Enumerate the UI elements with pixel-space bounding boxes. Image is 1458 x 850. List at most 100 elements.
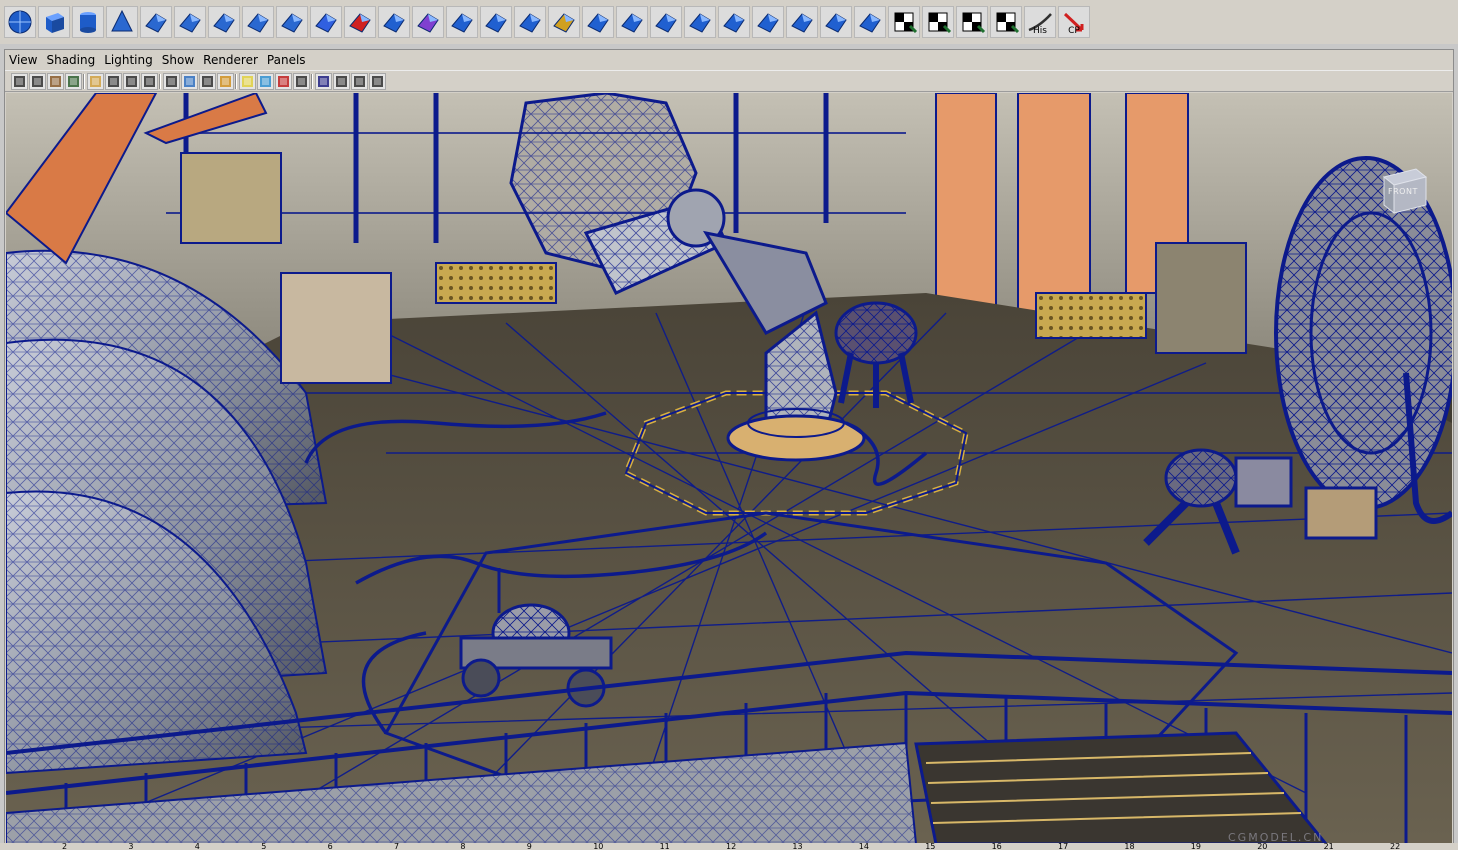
wireframe-on-shaded-icon xyxy=(202,76,213,87)
toolbar-separator xyxy=(83,74,85,89)
poly-plane-icon xyxy=(145,13,167,33)
shadows-icon xyxy=(260,76,271,87)
model-panel: View Shading Lighting Show Renderer Pane… xyxy=(4,49,1454,846)
grid-icon xyxy=(90,76,101,87)
menu-show[interactable]: Show xyxy=(158,50,199,70)
ruler-tick-label: 18 xyxy=(1124,843,1135,850)
select-camera-button[interactable] xyxy=(11,73,28,90)
poke-face-icon xyxy=(791,13,813,33)
toolbar-separator xyxy=(311,74,313,89)
ruler-tick-label: 2 xyxy=(62,843,68,850)
checker-move-button[interactable] xyxy=(888,6,920,38)
menu-panels[interactable]: Panels xyxy=(263,50,311,70)
resolution-gate-button[interactable] xyxy=(123,73,140,90)
film-gate-icon xyxy=(108,76,119,87)
smooth-proxy-icon xyxy=(417,13,439,33)
camera-attributes-button[interactable] xyxy=(29,73,46,90)
uv-editor-button[interactable] xyxy=(854,6,886,38)
view-cube[interactable]: FRONT xyxy=(1378,163,1430,215)
3d-viewport[interactable]: FRONT CGMODEL.CN xyxy=(6,93,1452,844)
poke-face-button[interactable] xyxy=(786,6,818,38)
menu-view[interactable]: View xyxy=(5,50,42,70)
poly-pipe-button[interactable] xyxy=(242,6,274,38)
menu-lighting[interactable]: Lighting xyxy=(100,50,158,70)
split-polygon-button[interactable] xyxy=(480,6,512,38)
center-pivot-label: CP xyxy=(1068,26,1080,36)
fast-interaction-button[interactable] xyxy=(351,73,368,90)
insert-edge-loop-icon xyxy=(519,13,541,33)
separate-icon xyxy=(349,13,371,33)
checker-rotate-button[interactable] xyxy=(922,6,954,38)
extrude-face-button[interactable] xyxy=(548,6,580,38)
xray-button[interactable] xyxy=(275,73,292,90)
film-gate-button[interactable] xyxy=(105,73,122,90)
offset-loop-button[interactable] xyxy=(718,6,750,38)
panel-menu-bar: View Shading Lighting Show Renderer Pane… xyxy=(5,50,1453,70)
shelf-toolbar: His CP xyxy=(0,0,1458,45)
extract-icon xyxy=(383,13,405,33)
textured-button[interactable] xyxy=(217,73,234,90)
tools-button[interactable] xyxy=(369,73,386,90)
offset-loop-icon xyxy=(723,13,745,33)
poly-cylinder-icon xyxy=(80,12,96,33)
cut-faces-button[interactable] xyxy=(752,6,784,38)
poly-cone-button[interactable] xyxy=(106,6,138,38)
ruler-tick-label: 10 xyxy=(593,843,604,850)
grid-button[interactable] xyxy=(87,73,104,90)
bevel-button[interactable] xyxy=(582,6,614,38)
poly-torus-icon xyxy=(179,13,201,33)
textured-icon xyxy=(220,76,231,87)
checker-move-icon xyxy=(894,12,918,34)
checker-transfer-button[interactable] xyxy=(990,6,1022,38)
smooth-proxy-button[interactable] xyxy=(412,6,444,38)
split-polygon-icon xyxy=(485,13,507,33)
safe-action-button[interactable] xyxy=(141,73,158,90)
soccer-ball-button[interactable] xyxy=(276,6,308,38)
ruler-tick-label: 9 xyxy=(526,843,532,850)
time-ruler[interactable]: 2 3 4 5 6 7 8 9 10 11 12 13 14 15 16 17 18 19 20 21 22 xyxy=(0,843,1458,850)
image-plane-button[interactable] xyxy=(65,73,82,90)
bookmark-button[interactable] xyxy=(47,73,64,90)
append-polygon-button[interactable] xyxy=(446,6,478,38)
poly-torus-button[interactable] xyxy=(174,6,206,38)
bridge-button[interactable] xyxy=(616,6,648,38)
ruler-tick-label: 5 xyxy=(261,843,267,850)
merge-vertex-button[interactable] xyxy=(650,6,682,38)
poly-pyramid-button[interactable] xyxy=(208,6,240,38)
smooth-shade-button[interactable] xyxy=(181,73,198,90)
planar-map-button[interactable] xyxy=(820,6,852,38)
frame-all-button[interactable] xyxy=(315,73,332,90)
wedge-face-button[interactable] xyxy=(684,6,716,38)
select-camera-icon xyxy=(14,76,25,87)
poly-plane-button[interactable] xyxy=(140,6,172,38)
menu-shading[interactable]: Shading xyxy=(42,50,100,70)
poly-cube-button[interactable] xyxy=(38,6,70,38)
isolate-select-icon xyxy=(296,76,307,87)
poly-cylinder-button[interactable] xyxy=(72,6,104,38)
insert-edge-loop-button[interactable] xyxy=(514,6,546,38)
wireframe-button[interactable] xyxy=(163,73,180,90)
checker-scale-icon xyxy=(962,12,986,34)
extrude-face-icon xyxy=(553,13,575,33)
separate-button[interactable] xyxy=(344,6,376,38)
extract-button[interactable] xyxy=(378,6,410,38)
use-lights-button[interactable] xyxy=(239,73,256,90)
wireframe-on-shaded-button[interactable] xyxy=(199,73,216,90)
smooth-shade-icon xyxy=(184,76,195,87)
hud-button[interactable] xyxy=(333,73,350,90)
shadows-button[interactable] xyxy=(257,73,274,90)
ruler-tick-label: 15 xyxy=(925,843,936,850)
checker-scale-button[interactable] xyxy=(956,6,988,38)
toolbar-separator xyxy=(235,74,237,89)
ruler-tick-label: 13 xyxy=(792,843,803,850)
history-button[interactable]: His xyxy=(1024,6,1056,38)
combine-button[interactable] xyxy=(310,6,342,38)
use-lights-icon xyxy=(242,76,253,87)
cut-faces-icon xyxy=(757,13,779,33)
ruler-tick-label: 14 xyxy=(858,843,869,850)
center-pivot-button[interactable]: CP xyxy=(1058,6,1090,38)
menu-renderer[interactable]: Renderer xyxy=(199,50,263,70)
checker-rotate-icon xyxy=(928,12,952,34)
isolate-select-button[interactable] xyxy=(293,73,310,90)
poly-sphere-button[interactable] xyxy=(4,6,36,38)
